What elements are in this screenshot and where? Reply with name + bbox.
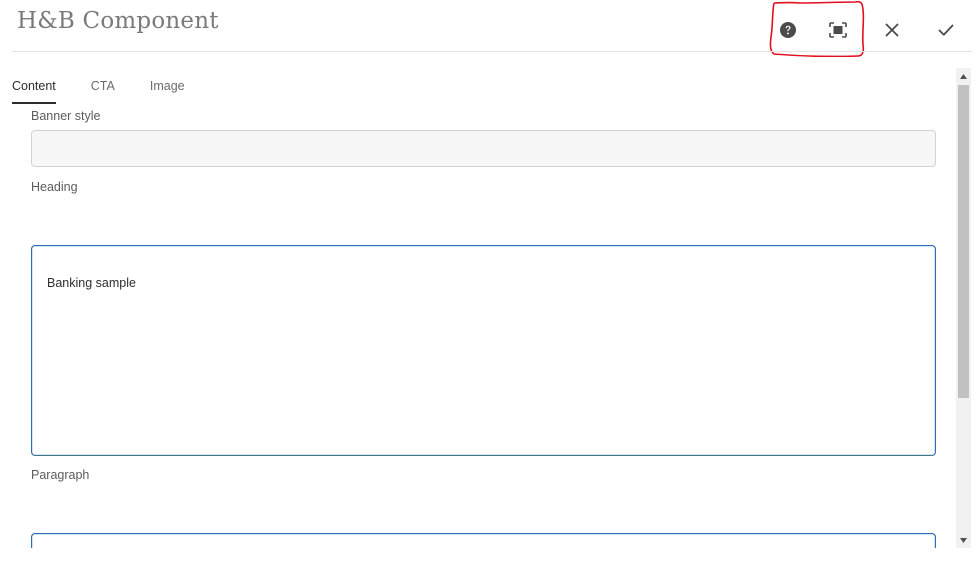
help-icon: [780, 22, 796, 38]
paragraph-editor[interactable]: [31, 533, 936, 548]
tab-panel-content: Banner style Heading Banking sample Para…: [0, 104, 954, 548]
scroll-up-arrow[interactable]: [956, 68, 971, 84]
heading-label: Heading: [31, 180, 78, 194]
help-button[interactable]: [772, 14, 804, 46]
tab-image[interactable]: Image: [150, 72, 185, 104]
scroll-down-arrow[interactable]: [956, 532, 971, 548]
banner-style-select[interactable]: [31, 130, 936, 167]
dialog-title: H&B Component: [17, 8, 219, 34]
dialog-header: H&B Component: [0, 0, 979, 57]
done-button[interactable]: [930, 14, 962, 46]
tab-cta[interactable]: CTA: [91, 72, 115, 104]
fullscreen-icon: [829, 22, 847, 38]
component-dialog: H&B Component Content CTA Image Banner s…: [0, 0, 979, 562]
fullscreen-button[interactable]: [822, 14, 854, 46]
tab-bar: Content CTA Image: [12, 72, 220, 104]
close-icon: [885, 23, 899, 37]
banner-style-label: Banner style: [31, 109, 101, 123]
heading-text: Banking sample: [47, 276, 136, 290]
triangle-down-icon: [960, 537, 967, 543]
checkmark-icon: [938, 24, 954, 36]
paragraph-label: Paragraph: [31, 468, 90, 482]
scroll-thumb[interactable]: [958, 85, 969, 398]
triangle-up-icon: [960, 73, 967, 79]
tab-content[interactable]: Content: [12, 72, 56, 104]
cancel-button[interactable]: [876, 14, 908, 46]
vertical-scrollbar[interactable]: [956, 68, 971, 548]
heading-editor[interactable]: Banking sample: [31, 245, 936, 456]
header-divider: [12, 51, 972, 52]
